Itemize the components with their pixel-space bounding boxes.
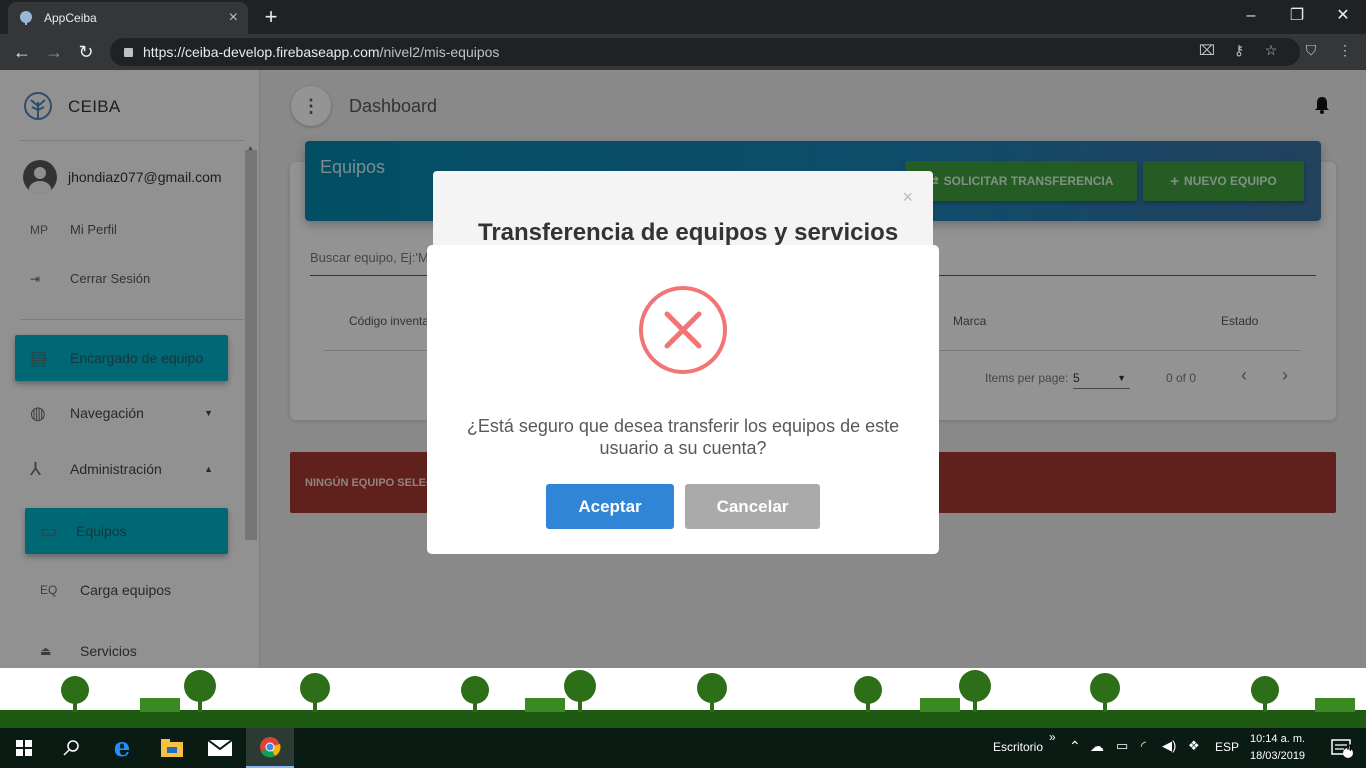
file-explorer-icon[interactable] bbox=[148, 728, 196, 768]
lock-icon bbox=[124, 48, 133, 57]
cancel-button[interactable]: Cancelar bbox=[685, 484, 820, 529]
translate-icon[interactable]: ⌧ bbox=[1197, 40, 1217, 60]
forest-silhouette-image bbox=[0, 670, 1366, 728]
desktop-toolbar-label[interactable]: Escritorio bbox=[993, 740, 1043, 754]
app-container: CEIBA jhondiaz077@gmail.com MP Mi Perfil… bbox=[0, 70, 1366, 668]
dropbox-icon[interactable]: ❖ bbox=[1188, 738, 1200, 754]
browser-tabstrip: AppCeiba × + – ❐ ✕ bbox=[0, 0, 1366, 34]
transfer-dialog: × Transferencia de equipos y servicios bbox=[433, 171, 933, 251]
tab-close-icon[interactable]: × bbox=[229, 9, 238, 27]
key-icon[interactable]: ⚷ bbox=[1229, 40, 1249, 60]
close-window-icon[interactable]: ✕ bbox=[1320, 0, 1366, 34]
new-tab-button[interactable]: + bbox=[260, 4, 282, 30]
dialog-close-icon[interactable]: × bbox=[902, 187, 913, 208]
language-indicator[interactable]: ESP bbox=[1215, 740, 1239, 754]
onedrive-icon[interactable]: ☁ bbox=[1090, 738, 1104, 755]
clock[interactable]: 10:14 a. m. 18/03/2019 bbox=[1250, 731, 1305, 765]
incognito-icon[interactable]: ⛉ bbox=[1301, 40, 1321, 60]
search-icon[interactable] bbox=[48, 728, 96, 768]
mail-icon[interactable] bbox=[196, 728, 244, 768]
battery-icon[interactable]: ▭ bbox=[1116, 738, 1128, 754]
back-icon[interactable]: ← bbox=[10, 40, 34, 64]
desktop-wallpaper bbox=[0, 668, 1366, 728]
browser-toolbar: ← → ↻ https://ceiba-develop.firebaseapp.… bbox=[0, 34, 1366, 70]
error-x-icon bbox=[639, 286, 727, 374]
tree-favicon-icon bbox=[20, 11, 32, 25]
minimize-icon[interactable]: – bbox=[1228, 0, 1274, 34]
taskbar: e Escritorio » ⌃ ☁ ▭ ◜ ◀) ❖ ESP 10:14 a.… bbox=[0, 728, 1366, 768]
transfer-dialog-title: Transferencia de equipos y servicios bbox=[478, 219, 899, 246]
url-host: https://ceiba-develop.firebaseapp.com bbox=[143, 44, 380, 60]
notification-count: 4 bbox=[1347, 743, 1353, 753]
wifi-icon[interactable]: ◜ bbox=[1141, 738, 1146, 754]
notifications-icon[interactable]: 4 bbox=[1318, 728, 1366, 768]
tab-title: AppCeiba bbox=[44, 11, 97, 25]
menu-dots-icon[interactable]: ⋮ bbox=[1335, 40, 1355, 60]
restore-icon[interactable]: ❐ bbox=[1274, 0, 1320, 34]
toolbar-chevron-icon[interactable]: » bbox=[1049, 730, 1056, 744]
forward-icon[interactable]: → bbox=[42, 40, 66, 64]
volume-icon[interactable]: ◀) bbox=[1162, 738, 1176, 754]
clock-date: 18/03/2019 bbox=[1250, 750, 1306, 762]
edge-browser-icon[interactable]: e bbox=[98, 728, 146, 768]
address-bar[interactable]: https://ceiba-develop.firebaseapp.com/ni… bbox=[110, 38, 1300, 66]
confirm-message: ¿Está seguro que desea transferir los eq… bbox=[466, 416, 900, 458]
clock-time: 10:14 a. m. bbox=[1250, 733, 1306, 745]
confirm-modal: ¿Está seguro que desea transferir los eq… bbox=[427, 245, 939, 554]
reload-icon[interactable]: ↻ bbox=[74, 40, 98, 64]
windows-start-icon[interactable] bbox=[0, 728, 48, 768]
url-path: /nivel2/mis-equipos bbox=[379, 44, 500, 60]
star-icon[interactable]: ☆ bbox=[1261, 40, 1281, 60]
tray-expand-icon[interactable]: ⌃ bbox=[1069, 738, 1081, 755]
accept-button[interactable]: Aceptar bbox=[546, 484, 674, 529]
browser-tab[interactable]: AppCeiba × bbox=[8, 2, 248, 34]
chrome-icon[interactable] bbox=[246, 728, 294, 768]
